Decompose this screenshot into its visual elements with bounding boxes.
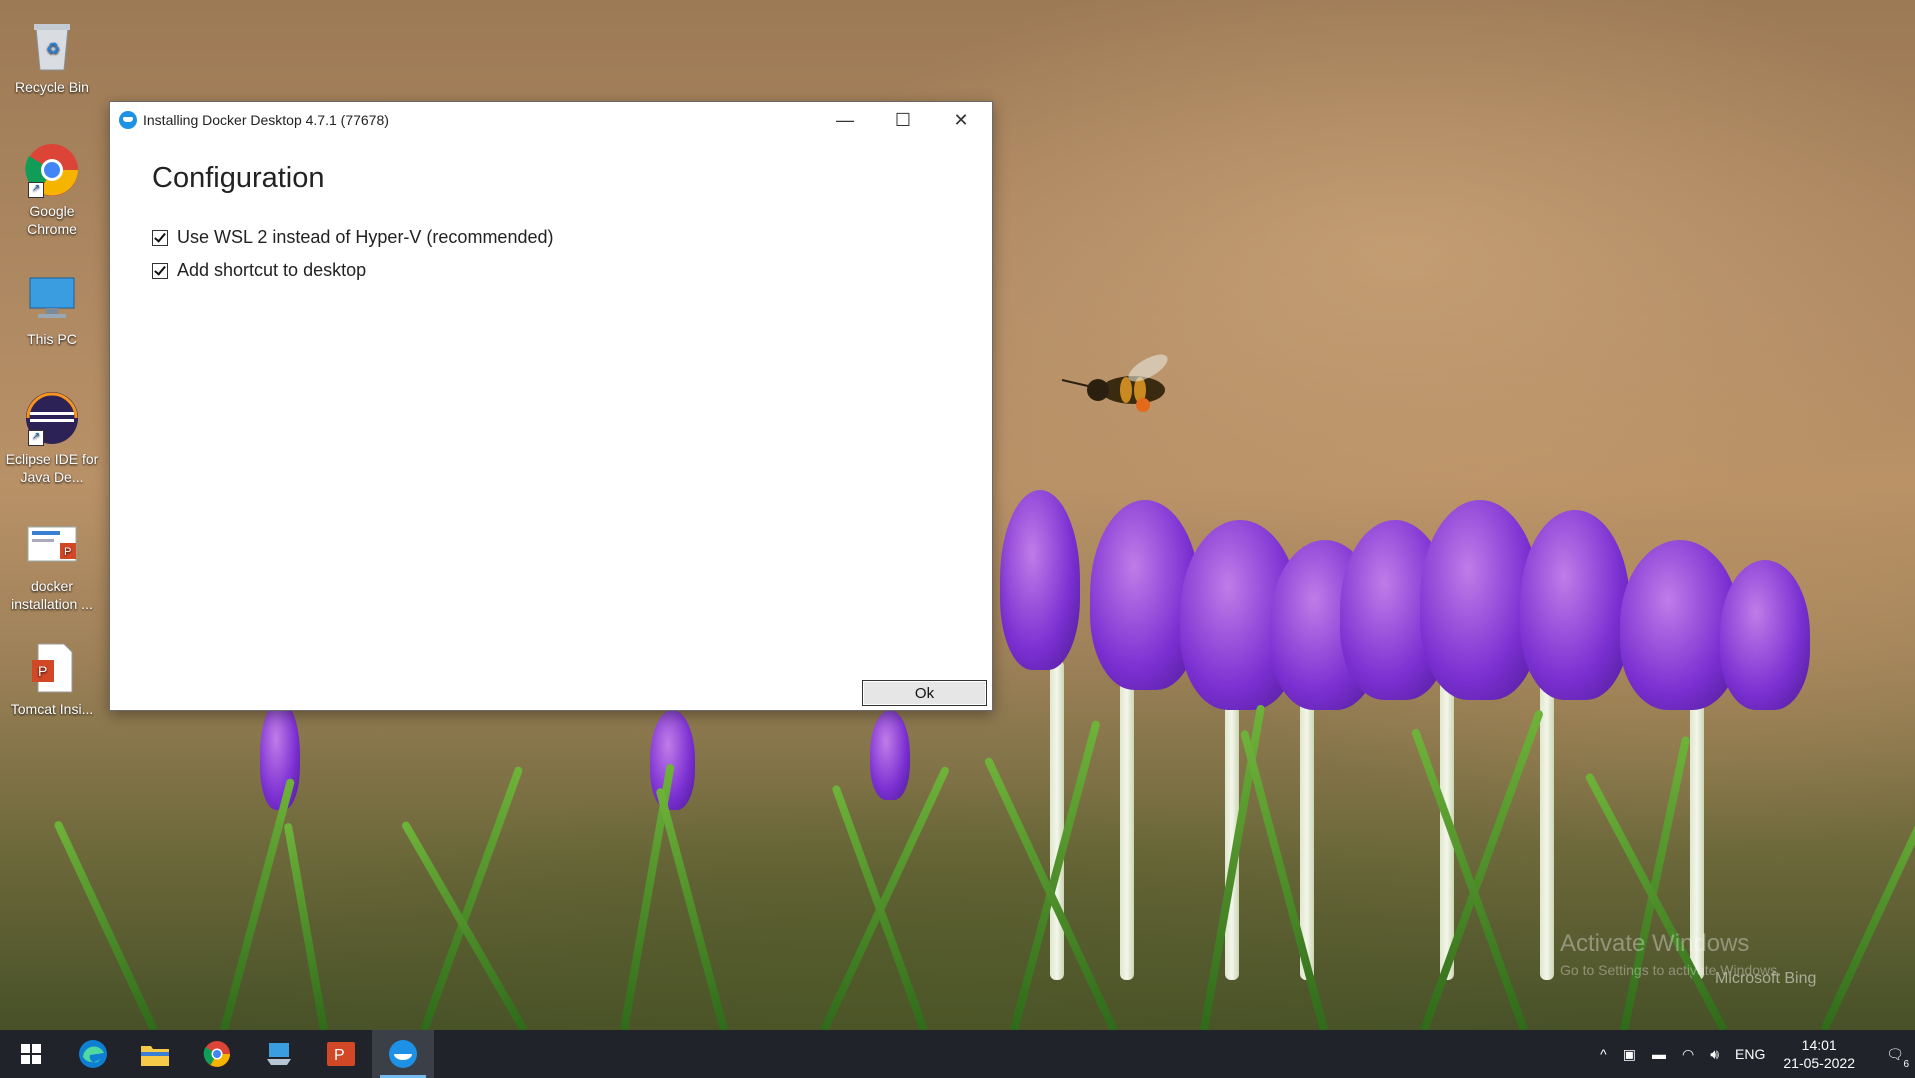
chrome-icon: ↗ bbox=[24, 142, 80, 198]
recycle-bin-icon: ♻ bbox=[24, 18, 80, 74]
window-titlebar[interactable]: Installing Docker Desktop 4.7.1 (77678) … bbox=[110, 102, 992, 138]
svg-text:♻: ♻ bbox=[46, 41, 60, 58]
desktop-icon-docker-installation[interactable]: P docker installation ... bbox=[4, 513, 100, 613]
meet-now-icon[interactable]: ▣ bbox=[1623, 1046, 1636, 1063]
battery-icon[interactable]: ▬ bbox=[1652, 1046, 1666, 1062]
desktop-icon-tomcat[interactable]: P Tomcat Insi... bbox=[4, 636, 100, 718]
desktop-icon-this-pc[interactable]: This PC bbox=[4, 266, 100, 348]
window-content: Configuration Use WSL 2 instead of Hyper… bbox=[110, 138, 992, 287]
system-tray: ^ ▣ ▬ ◠ 🔊︎ ENG 14:01 21-05-2022 🗨︎ 6 bbox=[1592, 1030, 1915, 1078]
start-button[interactable] bbox=[0, 1030, 62, 1078]
page-title: Configuration bbox=[152, 162, 325, 194]
docker-icon bbox=[389, 1040, 417, 1068]
file-explorer-icon bbox=[141, 1046, 169, 1066]
option-add-shortcut[interactable]: Add shortcut to desktop bbox=[152, 254, 992, 287]
action-center-button[interactable]: 🗨︎ 6 bbox=[1875, 1030, 1915, 1078]
clock[interactable]: 14:01 21-05-2022 bbox=[1783, 1036, 1855, 1072]
option-use-wsl2[interactable]: Use WSL 2 instead of Hyper-V (recommende… bbox=[152, 221, 992, 254]
edge-icon bbox=[79, 1040, 107, 1068]
wsl2-checkbox[interactable] bbox=[152, 229, 168, 246]
desktop-icon-chrome[interactable]: ↗ Google Chrome bbox=[4, 138, 100, 238]
shortcut-checkbox[interactable] bbox=[152, 262, 168, 279]
close-button[interactable]: ✕ bbox=[932, 102, 990, 138]
shortcut-arrow-icon: ↗ bbox=[28, 430, 44, 446]
shortcut-arrow-icon: ↗ bbox=[28, 182, 44, 198]
svg-text:P: P bbox=[38, 663, 47, 679]
svg-text:P: P bbox=[334, 1047, 345, 1064]
taskbar-chrome[interactable] bbox=[186, 1030, 248, 1078]
ok-button[interactable]: Ok bbox=[862, 680, 987, 706]
docker-installer-window: Installing Docker Desktop 4.7.1 (77678) … bbox=[109, 101, 993, 711]
powerpoint-file-icon: P bbox=[24, 640, 80, 696]
window-title: Installing Docker Desktop 4.7.1 (77678) bbox=[143, 112, 389, 128]
clock-date: 21-05-2022 bbox=[1783, 1055, 1855, 1071]
bee-image bbox=[1061, 354, 1168, 412]
shortcut-label: Add shortcut to desktop bbox=[177, 260, 367, 280]
taskbar: P ^ ▣ ▬ ◠ 🔊︎ ENG 14:01 21-05-2022 🗨︎ 6 bbox=[0, 1030, 1915, 1078]
powerpoint-icon: P bbox=[327, 1042, 355, 1066]
minimize-button[interactable]: — bbox=[816, 102, 874, 138]
chevron-up-icon[interactable]: ^ bbox=[1600, 1046, 1607, 1062]
docker-icon bbox=[119, 111, 137, 129]
eclipse-icon: ↗ bbox=[24, 390, 80, 446]
maximize-button[interactable]: ☐ bbox=[874, 102, 932, 138]
start-icon bbox=[21, 1044, 41, 1064]
taskbar-powerpoint[interactable]: P bbox=[310, 1030, 372, 1078]
volume-icon[interactable]: 🔊︎ bbox=[1710, 1046, 1719, 1063]
language-indicator[interactable]: ENG bbox=[1735, 1046, 1765, 1062]
desktop-icon-recycle-bin[interactable]: ♻ Recycle Bin bbox=[4, 14, 100, 96]
notification-icon: 🗨︎ bbox=[1886, 1045, 1904, 1062]
clock-time: 14:01 bbox=[1801, 1037, 1837, 1053]
powerpoint-file-icon: P bbox=[24, 517, 80, 573]
remote-desktop-icon bbox=[267, 1043, 291, 1065]
notification-count: 6 bbox=[1903, 1059, 1909, 1070]
svg-text:P: P bbox=[64, 546, 71, 558]
bing-logo: Microsoft Bing bbox=[1715, 970, 1817, 987]
taskbar-edge[interactable] bbox=[62, 1030, 124, 1078]
wifi-icon[interactable]: ◠ bbox=[1682, 1046, 1694, 1063]
taskbar-remote-desktop[interactable] bbox=[248, 1030, 310, 1078]
taskbar-docker[interactable] bbox=[372, 1030, 434, 1078]
taskbar-file-explorer[interactable] bbox=[124, 1030, 186, 1078]
wsl2-label: Use WSL 2 instead of Hyper-V (recommende… bbox=[177, 227, 554, 247]
desktop-icon-eclipse[interactable]: ↗ Eclipse IDE for Java De... bbox=[4, 386, 100, 486]
computer-icon bbox=[24, 270, 80, 326]
chrome-icon bbox=[203, 1041, 230, 1067]
